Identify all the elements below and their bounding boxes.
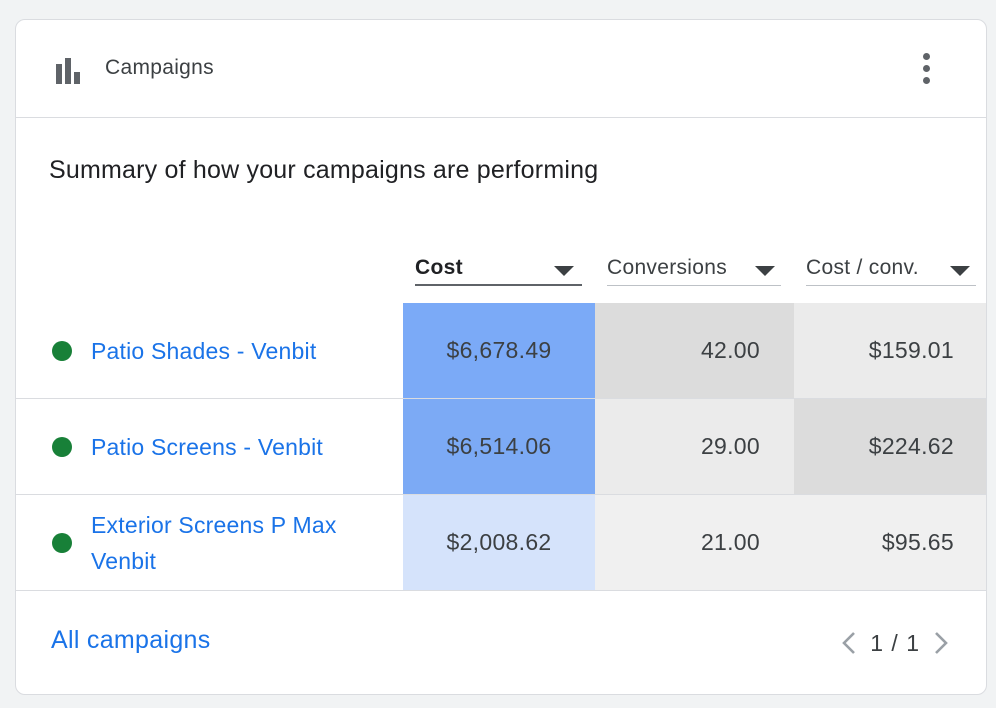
pagination: 1 / 1 [834, 628, 956, 658]
card-subtitle: Summary of how your campaigns are perfor… [49, 156, 599, 184]
column-header-cost-per-conv[interactable]: Cost / conv. [806, 256, 976, 286]
chevron-right-icon[interactable] [926, 628, 956, 658]
bar-chart-icon [56, 58, 80, 84]
more-options-button[interactable] [906, 48, 946, 88]
more-vert-icon-dot [922, 76, 930, 84]
table-row: Patio Shades - Venbit $6,678.49 42.00 $1… [16, 303, 986, 399]
all-campaigns-link[interactable]: All campaigns [51, 626, 211, 655]
cost-cell: $6,678.49 [403, 303, 595, 398]
campaigns-card: Campaigns Summary of how your campaigns … [15, 19, 987, 695]
campaign-name-link[interactable]: Patio Screens - Venbit [91, 429, 391, 465]
cost-cell: $2,008.62 [403, 495, 595, 590]
page-indicator: 1 / 1 [870, 629, 920, 656]
column-header-conversions[interactable]: Conversions [607, 256, 781, 286]
campaign-name-link[interactable]: Exterior Screens P Max Venbit [91, 507, 391, 579]
cost-per-conv-cell: $159.01 [794, 303, 986, 398]
sort-down-icon [950, 266, 970, 276]
chevron-left-icon[interactable] [834, 628, 864, 658]
status-enabled-icon [52, 436, 72, 457]
status-enabled-icon [52, 340, 72, 361]
table-row: Patio Screens - Venbit $6,514.06 29.00 $… [16, 399, 986, 495]
status-enabled-icon [52, 532, 72, 553]
column-header-cost-per-conv-label: Cost / conv. [806, 256, 919, 279]
more-vert-icon [922, 52, 930, 60]
card-title: Campaigns [105, 56, 214, 79]
cost-cell: $6,514.06 [403, 399, 595, 494]
conversions-cell: 29.00 [595, 399, 794, 494]
sort-down-icon [755, 266, 775, 276]
campaign-name-link[interactable]: Patio Shades - Venbit [91, 333, 391, 369]
column-header-cost[interactable]: Cost [415, 256, 582, 286]
card-header: Campaigns [16, 20, 986, 118]
cost-per-conv-cell: $224.62 [794, 399, 986, 494]
conversions-cell: 42.00 [595, 303, 794, 398]
column-header-conversions-label: Conversions [607, 256, 728, 279]
more-vert-icon-dot [922, 64, 930, 72]
table-row: Exterior Screens P Max Venbit $2,008.62 … [16, 495, 986, 591]
conversions-cell: 21.00 [595, 495, 794, 590]
sort-down-icon [554, 266, 574, 276]
cost-per-conv-cell: $95.65 [794, 495, 986, 590]
column-header-cost-label: Cost [415, 256, 463, 279]
